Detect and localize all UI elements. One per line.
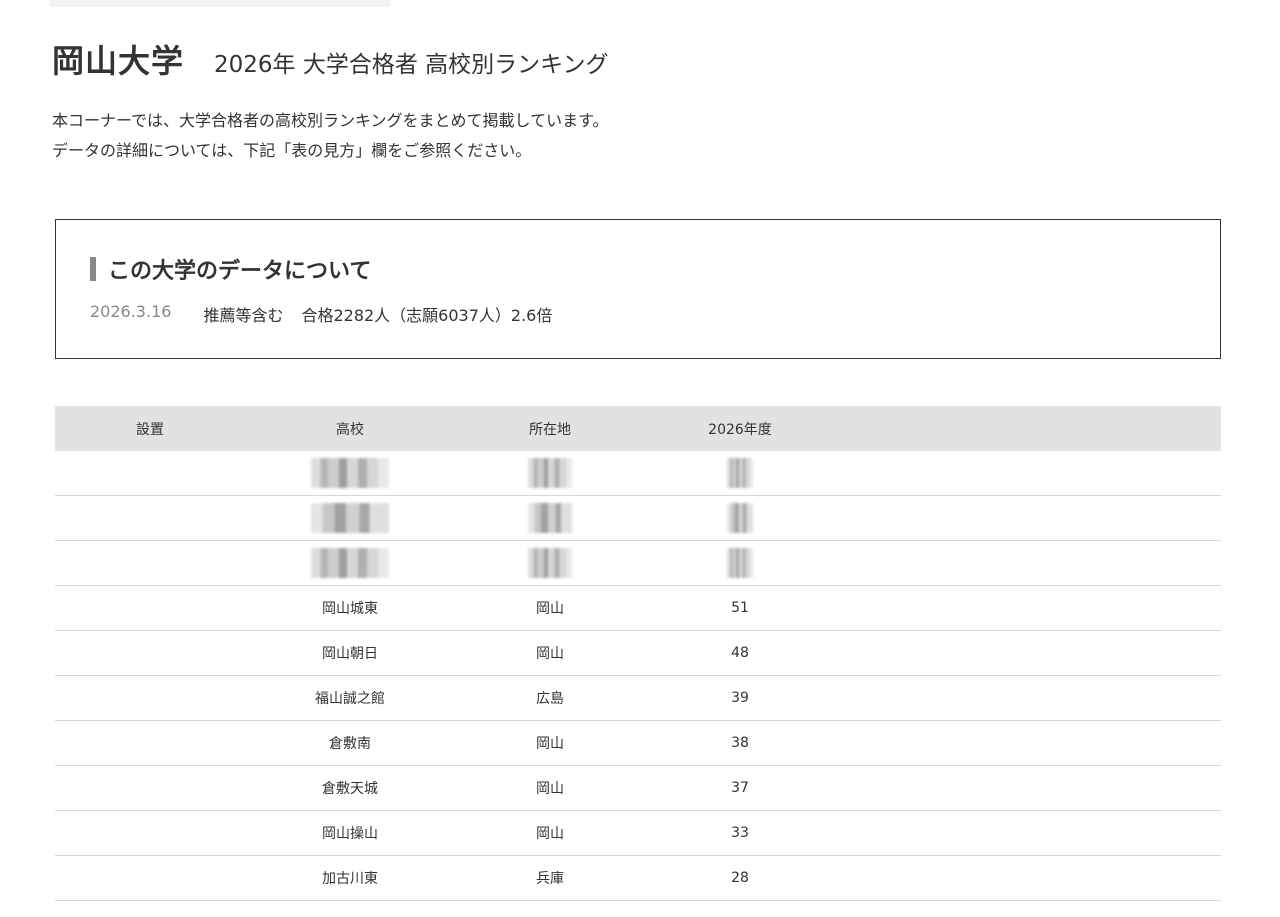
header-year: 2026年度 [645,406,835,451]
cell-empty [835,630,1221,676]
cell-school: 倉敷南 [245,720,455,766]
table-row [55,451,1221,496]
title-row: 岡山大学 2026年 大学合格者 高校別ランキング [52,36,608,82]
redacted-block [727,548,753,578]
info-heading: この大学のデータについて [90,256,372,284]
info-stats: 合格2282人（志願6037人）2.6倍 [301,306,553,325]
redacted-block [528,458,572,488]
top-strip [50,0,390,7]
info-date: 2026.3.16 [90,302,172,321]
redacted-block [528,548,572,578]
table-row [55,495,1221,541]
cell-location: 広島 [455,675,645,721]
cell-empty [835,495,1221,541]
cell-school [245,495,455,541]
cell-empty [835,720,1221,766]
cell-setchi [55,765,245,811]
table-row: 岡山城東 岡山 51 [55,585,1221,631]
cell-location [455,540,645,586]
cell-setchi [55,451,245,496]
redacted-block [727,458,753,488]
cell-count: 38 [645,720,835,766]
cell-school: 岡山城東 [245,585,455,631]
cell-count: 37 [645,765,835,811]
cell-count: 28 [645,855,835,901]
cell-setchi [55,855,245,901]
cell-school: 岡山朝日 [245,630,455,676]
header-location: 所在地 [455,406,645,451]
header-empty [835,406,1221,451]
table-row: 福山誠之館 広島 39 [55,675,1221,721]
cell-empty [835,585,1221,631]
intro-line-2: データの詳細については、下記「表の見方」欄をご参照ください。 [52,141,532,160]
cell-count: 48 [645,630,835,676]
cell-location: 岡山 [455,765,645,811]
page: 岡山大学 2026年 大学合格者 高校別ランキング 本コーナーでは、大学合格者の… [0,0,1280,917]
table-body: 岡山城東 岡山 51 岡山朝日 岡山 48 福山誠之館 広島 39 倉敷南 岡山 38 倉敷天城 岡山 37… [55,451,1221,901]
cell-location [455,495,645,541]
table-row: 加古川東 兵庫 28 [55,855,1221,901]
ranking-table: 設置 高校 所在地 2026年度 岡山城東 岡山 51 岡山朝日 岡山 48 福山誠之館 広島… [55,406,1221,901]
cell-count [645,540,835,586]
cell-count [645,451,835,496]
info-basis: 推薦等含む [203,306,284,325]
cell-location: 岡山 [455,720,645,766]
table-row [55,540,1221,586]
redacted-block [727,503,753,533]
cell-empty [835,675,1221,721]
intro-line-1: 本コーナーでは、大学合格者の高校別ランキングをまとめて掲載しています。 [52,111,609,130]
cell-location: 岡山 [455,810,645,856]
header-school: 高校 [245,406,455,451]
redacted-block [311,458,389,488]
table-row: 倉敷天城 岡山 37 [55,765,1221,811]
cell-count: 39 [645,675,835,721]
cell-count [645,495,835,541]
info-heading-text: この大学のデータについて [108,259,372,284]
cell-count: 33 [645,810,835,856]
redacted-block [311,503,389,533]
cell-location [455,451,645,496]
cell-count: 51 [645,585,835,631]
cell-school [245,451,455,496]
table-row: 岡山朝日 岡山 48 [55,630,1221,676]
intro-text: 本コーナーでは、大学合格者の高校別ランキングをまとめて掲載しています。 データの… [52,106,608,166]
page-subtitle: 2026年 大学合格者 高校別ランキング [214,52,609,78]
university-name: 岡山大学 [52,42,185,80]
cell-school: 岡山操山 [245,810,455,856]
header-setchi: 設置 [55,406,245,451]
cell-school: 加古川東 [245,855,455,901]
table-header-row: 設置 高校 所在地 2026年度 [55,406,1221,451]
redacted-block [528,503,572,533]
cell-empty [835,765,1221,811]
redacted-block [311,548,389,578]
cell-location: 兵庫 [455,855,645,901]
cell-setchi [55,675,245,721]
cell-setchi [55,720,245,766]
heading-bar [90,257,96,281]
cell-location: 岡山 [455,585,645,631]
cell-empty [835,855,1221,901]
table-row: 倉敷南 岡山 38 [55,720,1221,766]
cell-setchi [55,540,245,586]
table-row: 岡山操山 岡山 33 [55,810,1221,856]
cell-setchi [55,585,245,631]
cell-setchi [55,495,245,541]
university-info-box: この大学のデータについて 2026.3.16 推薦等含む 合格2282人（志願6… [55,219,1221,359]
cell-empty [835,540,1221,586]
cell-school: 福山誠之館 [245,675,455,721]
cell-empty [835,810,1221,856]
cell-location: 岡山 [455,630,645,676]
cell-setchi [55,630,245,676]
cell-empty [835,451,1221,496]
info-line: 2026.3.16 推薦等含む 合格2282人（志願6037人）2.6倍 [90,302,552,326]
cell-school: 倉敷天城 [245,765,455,811]
cell-setchi [55,810,245,856]
cell-school [245,540,455,586]
